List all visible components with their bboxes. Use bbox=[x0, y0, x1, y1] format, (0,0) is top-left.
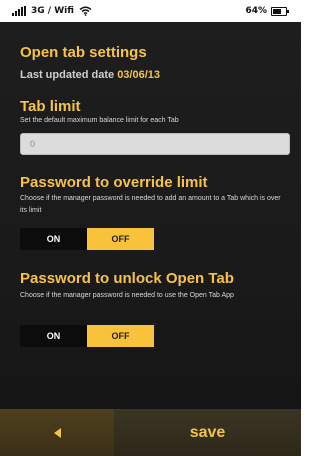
network-label: 3G / Wifi bbox=[31, 6, 74, 16]
unlock-open-tab-on-button[interactable]: ON bbox=[20, 325, 87, 347]
unlock-open-tab-toggle[interactable]: ON OFF bbox=[20, 325, 154, 347]
last-updated-label: Last updated date bbox=[20, 69, 118, 81]
override-limit-on-button[interactable]: ON bbox=[20, 228, 87, 250]
unlock-open-tab-description: Choose if the manager password is needed… bbox=[20, 292, 234, 299]
tab-limit-description: Set the default maximum balance limit fo… bbox=[20, 117, 179, 124]
status-left: 3G / Wifi bbox=[12, 6, 92, 16]
override-limit-heading: Password to override limit bbox=[20, 174, 208, 191]
status-bar: 3G / Wifi 64% bbox=[0, 0, 301, 22]
tab-limit-heading: Tab limit bbox=[20, 98, 81, 115]
back-button[interactable] bbox=[0, 409, 114, 456]
override-limit-description: Choose if the manager password is needed… bbox=[20, 195, 281, 214]
back-arrow-icon bbox=[53, 427, 61, 438]
override-limit-off-button[interactable]: OFF bbox=[87, 228, 154, 250]
unlock-open-tab-off-button[interactable]: OFF bbox=[87, 325, 154, 347]
battery-icon bbox=[271, 6, 289, 16]
phone-screen: 3G / Wifi 64% Open tab settings Last upd… bbox=[0, 0, 301, 456]
bottom-bar: save bbox=[0, 409, 301, 456]
page-title: Open tab settings bbox=[20, 44, 147, 61]
battery-percent: 64% bbox=[245, 6, 267, 16]
last-updated: Last updated date 03/06/13 bbox=[20, 69, 160, 81]
tab-limit-input[interactable]: 0 bbox=[20, 133, 290, 155]
last-updated-date: 03/06/13 bbox=[117, 69, 161, 81]
wifi-icon bbox=[79, 6, 92, 16]
status-right: 64% bbox=[245, 6, 289, 16]
signal-icon bbox=[12, 6, 26, 16]
save-button[interactable]: save bbox=[114, 409, 301, 456]
unlock-open-tab-heading: Password to unlock Open Tab bbox=[20, 270, 234, 287]
override-limit-toggle[interactable]: ON OFF bbox=[20, 228, 154, 250]
